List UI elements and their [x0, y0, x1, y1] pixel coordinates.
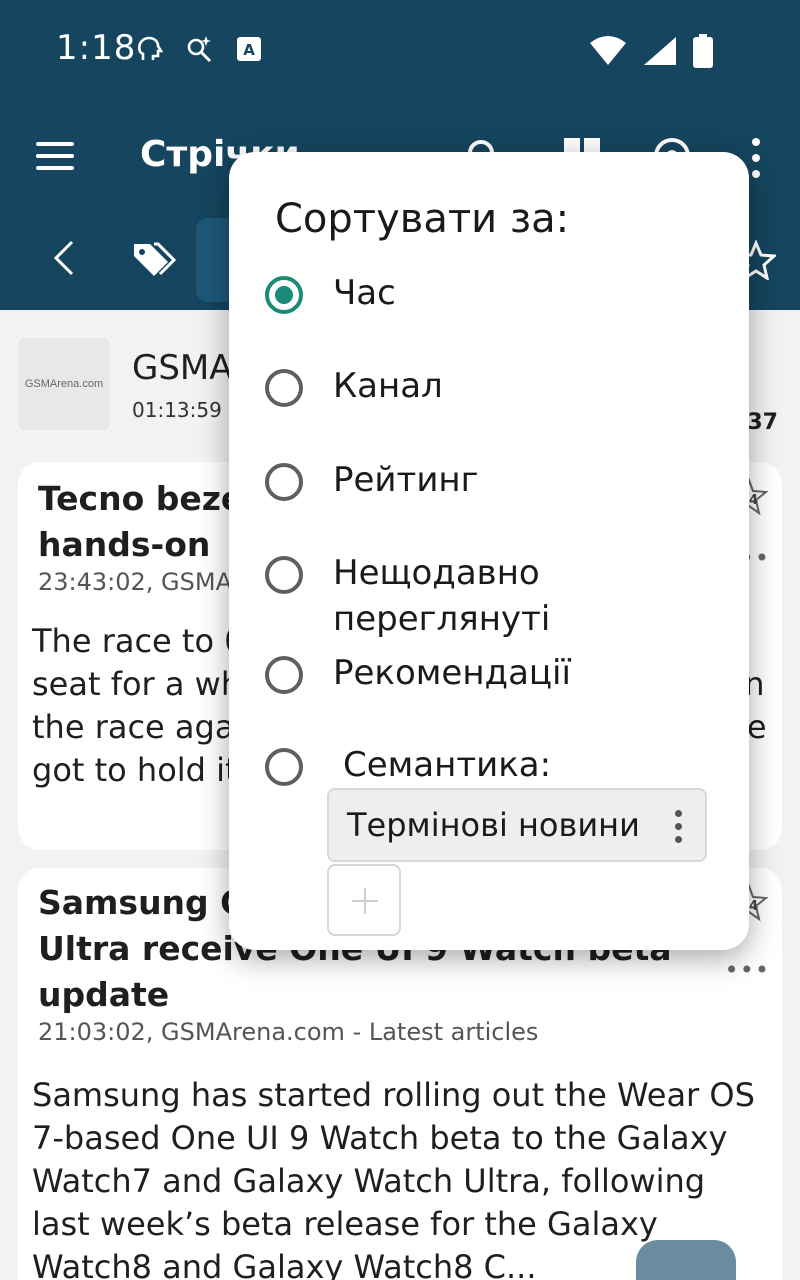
brain-icon [137, 36, 164, 60]
radio-icon[interactable] [265, 556, 303, 594]
feed-time: 01:13:59 [132, 398, 222, 422]
menu-icon[interactable] [36, 142, 74, 170]
option-label: Рекомендації [333, 653, 571, 693]
semantic-query-label: Термінові новини [347, 806, 640, 844]
status-time: 1:18 [56, 28, 137, 68]
chevron-left-icon[interactable] [48, 238, 78, 278]
feed-logo: GSMArena.com [18, 338, 110, 430]
radio-icon[interactable] [265, 656, 303, 694]
option-label: Час [333, 273, 396, 313]
status-right-icons [588, 34, 714, 68]
semantic-query-chip[interactable]: Термінові новини [327, 788, 707, 862]
signal-icon [644, 37, 676, 65]
fab-button[interactable] [636, 1240, 736, 1280]
article-meta: 21:03:02, GSMArena.com - Latest articles [38, 1018, 539, 1046]
sort-option-recommendations[interactable]: Рекомендації [265, 653, 725, 700]
option-label: Канал [333, 366, 443, 406]
radio-selected-icon[interactable] [265, 276, 303, 314]
radio-icon[interactable] [265, 369, 303, 407]
more-vert-icon[interactable] [748, 138, 764, 178]
add-semantic-button[interactable] [327, 864, 401, 936]
option-label: Рейтинг [333, 460, 479, 500]
tags-icon[interactable] [132, 240, 176, 280]
sort-option-rating[interactable]: Рейтинг [265, 460, 725, 507]
battery-icon [693, 34, 713, 68]
unread-count: 37 [747, 410, 778, 435]
wifi-icon [590, 36, 626, 65]
more-vert-icon[interactable] [673, 810, 683, 844]
option-label: Семантика: [343, 745, 552, 785]
option-label: Нещодавно переглянуті [333, 553, 551, 639]
radio-icon[interactable] [265, 748, 303, 786]
status-bar: 1:18 A [0, 0, 800, 100]
sparkle-icon [187, 36, 212, 63]
dialog-title: Сортувати за: [275, 196, 570, 242]
svg-text:A: A [243, 41, 255, 59]
sort-option-channel[interactable]: Канал [265, 366, 725, 413]
sort-option-time[interactable]: Час [265, 273, 725, 320]
a-box-icon: A [237, 37, 261, 61]
sort-dialog: Сортувати за: Час Канал Рейтинг Нещодавн… [229, 152, 749, 950]
sort-option-recent[interactable]: Нещодавно переглянуті [265, 553, 725, 646]
radio-icon[interactable] [265, 463, 303, 501]
article-more-icon[interactable]: ••• [725, 956, 770, 984]
